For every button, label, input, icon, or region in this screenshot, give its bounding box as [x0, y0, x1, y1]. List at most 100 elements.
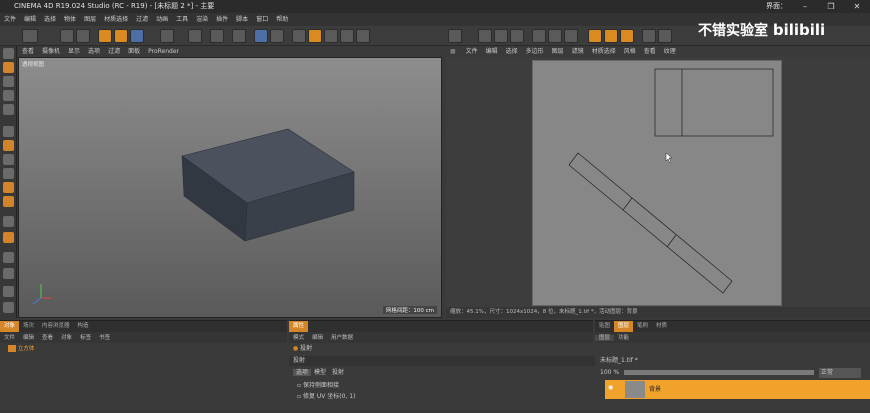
render-settings-icon[interactable]: [232, 29, 246, 43]
layout-1-icon[interactable]: [642, 29, 656, 43]
menu-file[interactable]: 文件: [0, 13, 20, 26]
restore-button[interactable]: ❐: [818, 0, 844, 13]
tab-objects[interactable]: 对象: [0, 321, 20, 332]
menu-filter[interactable]: 过滤: [132, 13, 152, 26]
uv-mode-2-icon[interactable]: [548, 29, 562, 43]
eye-icon[interactable]: ◉: [608, 384, 613, 391]
paint-mode-3-icon[interactable]: [620, 29, 634, 43]
tab-brush[interactable]: 笔刷: [633, 321, 652, 332]
attr-subtab-model[interactable]: 模型: [311, 369, 329, 376]
menu-tools[interactable]: 工具: [172, 13, 192, 26]
uv-menu-view[interactable]: 查看: [640, 48, 660, 55]
eraser-icon[interactable]: [3, 154, 14, 165]
cube-icon[interactable]: [254, 29, 268, 43]
uv-mode-1-icon[interactable]: [532, 29, 546, 43]
stamp-icon[interactable]: [3, 140, 14, 151]
uv-menu-layer[interactable]: 图层: [548, 48, 568, 55]
layout-2-icon[interactable]: [658, 29, 672, 43]
make-editable-icon[interactable]: [3, 48, 14, 59]
objects-menu-object[interactable]: 对象: [57, 335, 76, 341]
uv-points-icon[interactable]: [478, 29, 492, 43]
menu-help[interactable]: 帮助: [272, 13, 292, 26]
uv-menu-texture[interactable]: 纹理: [660, 48, 680, 55]
uv-edges-icon[interactable]: [494, 29, 508, 43]
menu-material-select[interactable]: 材质选择: [100, 13, 132, 26]
viewport-menu-view[interactable]: 查看: [18, 48, 38, 55]
menu-edit[interactable]: 编辑: [20, 13, 40, 26]
opacity-slider[interactable]: [623, 370, 814, 375]
points-mode-icon[interactable]: [3, 90, 14, 101]
viewport-menu-filter[interactable]: 过滤: [104, 48, 124, 55]
objects-menu-edit[interactable]: 编辑: [19, 335, 38, 341]
viewport-menu-camera[interactable]: 摄像机: [38, 48, 64, 55]
opacity-value[interactable]: 100 %: [600, 369, 619, 376]
viewport-menu-prorender[interactable]: ProRender: [144, 48, 183, 55]
subdivision-icon[interactable]: [292, 29, 306, 43]
undo-icon[interactable]: [22, 29, 38, 43]
close-button[interactable]: ✕: [844, 0, 870, 13]
paint-mode-2-icon[interactable]: [604, 29, 618, 43]
layers-subtab-layer[interactable]: 图层: [595, 335, 615, 341]
menu-object[interactable]: 物体: [60, 13, 80, 26]
scale-tool-icon[interactable]: [76, 29, 90, 43]
smudge-icon[interactable]: [3, 196, 14, 207]
layers-subtab-functions[interactable]: 功能: [614, 335, 633, 341]
uv-menu-select[interactable]: 选择: [502, 48, 522, 55]
star-icon[interactable]: [3, 232, 14, 243]
objects-menu-view[interactable]: 查看: [38, 335, 57, 341]
menu-window[interactable]: 窗口: [252, 13, 272, 26]
tab-structure[interactable]: 构造: [74, 321, 93, 332]
layer-row-background[interactable]: ◉ 背景: [605, 380, 870, 399]
array-icon[interactable]: [308, 29, 322, 43]
object-row[interactable]: 立方体: [0, 344, 287, 354]
gradient-icon[interactable]: [3, 168, 14, 179]
tab-materials[interactable]: 材质: [652, 321, 671, 332]
uv-mode-3-icon[interactable]: [564, 29, 578, 43]
deformer-icon[interactable]: [324, 29, 338, 43]
paint-mode-1-icon[interactable]: [588, 29, 602, 43]
uv-menu-edit[interactable]: 编辑: [482, 48, 502, 55]
axis-x-icon[interactable]: [98, 29, 112, 43]
attr-item-keep-edges[interactable]: ▫ 保持侧面相接: [297, 381, 339, 391]
coords-icon[interactable]: [160, 29, 174, 43]
attr-menu-userdata[interactable]: 用户数据: [327, 335, 357, 341]
minimize-button[interactable]: –: [792, 0, 818, 13]
blend-mode-select[interactable]: 正常: [818, 368, 861, 378]
objects-menu-tags[interactable]: 标签: [76, 335, 95, 341]
eyedropper-icon[interactable]: [3, 252, 14, 263]
menu-animate[interactable]: 动画: [152, 13, 172, 26]
uv-menu-style[interactable]: 风格: [620, 48, 640, 55]
uv-menu-filter[interactable]: 滤镜: [568, 48, 588, 55]
checker-icon[interactable]: [3, 104, 14, 115]
workplane-icon[interactable]: [3, 302, 14, 313]
fill-icon[interactable]: [3, 182, 14, 193]
tab-takes[interactable]: 场次: [19, 321, 38, 332]
axis-y-icon[interactable]: [114, 29, 128, 43]
attr-menu-mode[interactable]: 模式: [289, 335, 308, 341]
uv-polys-icon[interactable]: [510, 29, 524, 43]
tab-content-browser[interactable]: 内容浏览器: [38, 321, 74, 332]
menu-render[interactable]: 渲染: [192, 13, 212, 26]
snap-icon[interactable]: [3, 286, 14, 297]
attr-menu-edit[interactable]: 编辑: [308, 335, 327, 341]
viewport-menu-panel[interactable]: 面板: [124, 48, 144, 55]
camera-icon[interactable]: [356, 29, 370, 43]
line-icon[interactable]: [3, 216, 14, 227]
attr-subtab-options[interactable]: 选项: [293, 369, 312, 376]
attr-subtab-project[interactable]: 投射: [329, 369, 347, 376]
move-tool-icon[interactable]: [60, 29, 74, 43]
menu-layer[interactable]: 图层: [80, 13, 100, 26]
objects-menu-bookmarks[interactable]: 书签: [95, 335, 114, 341]
uv-menu-material-select[interactable]: 材质选择: [588, 48, 620, 55]
pen-icon[interactable]: [270, 29, 284, 43]
menu-select[interactable]: 选择: [40, 13, 60, 26]
uv-menu-polygon[interactable]: 多边形: [522, 48, 548, 55]
texture-mode-icon[interactable]: [3, 76, 14, 87]
perspective-viewport[interactable]: 透视视图 网格间距：100 cm: [18, 57, 442, 318]
attr-item-fix-uv[interactable]: ▫ 修复 UV 坐标(0, 1): [297, 392, 355, 402]
color-swatch-icon[interactable]: [3, 268, 14, 279]
brush-icon[interactable]: [3, 126, 14, 137]
tab-attributes[interactable]: 属性: [289, 321, 309, 332]
rotate-tool-icon[interactable]: [130, 29, 144, 43]
uv-checker-icon[interactable]: [448, 29, 462, 43]
